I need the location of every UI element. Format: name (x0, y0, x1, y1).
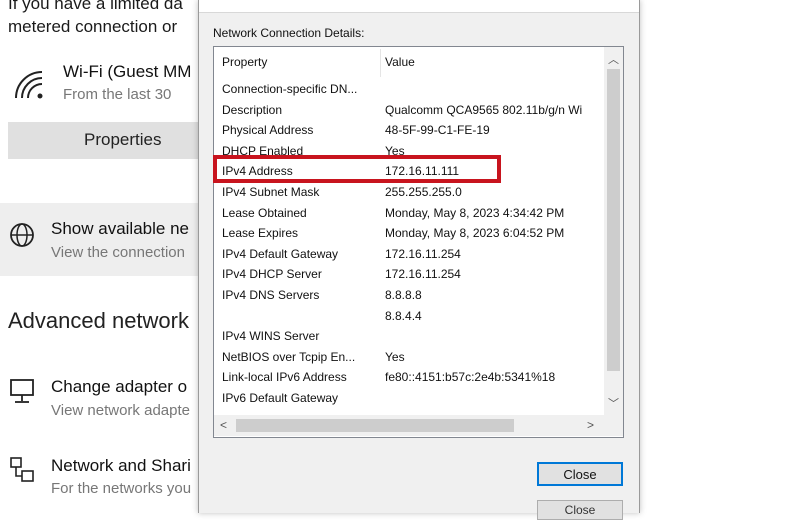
table-row[interactable]: IPv6 Default Gateway (214, 388, 604, 409)
row-property: IPv4 DHCP Server (222, 267, 322, 282)
scroll-left-arrow-icon[interactable]: < (220, 418, 227, 432)
table-row[interactable]: IPv4 Default Gateway 172.16.11.254 (214, 244, 604, 265)
table-row[interactable]: Physical Address 48-5F-99-C1-FE-19 (214, 120, 604, 141)
wifi-usage-subtitle: From the last 30 (63, 86, 172, 103)
row-value: Yes (385, 349, 405, 364)
wifi-network-name: Wi-Fi (Guest MM (63, 62, 192, 81)
table-row[interactable]: Description Qualcomm QCA9565 802.11b/g/n … (214, 100, 604, 121)
table-row[interactable]: IPv4 Subnet Mask 255.255.255.0 (214, 182, 604, 203)
scroll-down-arrow-icon[interactable]: ﹀ (608, 395, 619, 411)
row-value: 8.8.4.4 (385, 308, 422, 323)
row-value: Monday, May 8, 2023 4:34:42 PM (385, 205, 565, 220)
network-connection-details-dialog: Network Connection Details: Property Val… (198, 0, 640, 520)
advanced-network-heading: Advanced network (8, 308, 189, 333)
row-property: Lease Expires (222, 226, 299, 241)
row-property: Connection-specific DN... (222, 82, 358, 96)
change-adapter-subtitle: View network adapte (51, 402, 190, 419)
row-property: Link-local IPv6 Address (222, 370, 347, 385)
change-adapter-title[interactable]: Change adapter o (51, 377, 187, 397)
column-header-value[interactable]: Value (385, 55, 415, 69)
details-label: Network Connection Details: (213, 26, 365, 40)
row-property: IPv4 Subnet Mask (222, 185, 320, 199)
row-property: Lease Obtained (222, 205, 307, 220)
scroll-up-arrow-icon[interactable]: ︿ (608, 51, 619, 67)
network-sharing-subtitle: For the networks you (51, 480, 192, 497)
table-row[interactable]: NetBIOS over Tcpip En... Yes (214, 347, 604, 368)
monitor-icon (10, 379, 34, 403)
row-property: IPv4 DNS Servers (222, 288, 320, 302)
globe-icon (10, 223, 34, 247)
row-property: IPv6 Default Gateway (222, 391, 339, 405)
underlying-close-button[interactable]: Close (537, 500, 623, 520)
list-header: Property Value (214, 47, 604, 79)
properties-button[interactable]: Properties (8, 122, 218, 159)
show-available-subtitle: View the connection (51, 244, 185, 261)
table-row[interactable]: IPv4 DHCP Server 172.16.11.254 (214, 264, 604, 285)
table-row[interactable]: Link-local IPv6 Address fe80::4151:b57c:2… (214, 367, 604, 388)
column-separator[interactable] (380, 49, 381, 77)
row-property: IPv4 WINS Server (222, 329, 320, 344)
dialog-title-area (199, 0, 639, 13)
scrollbar-corner (604, 415, 623, 436)
row-value: fe80::4151:b57c:2e4b:5341%18 (385, 370, 556, 385)
vertical-scroll-thumb[interactable] (607, 69, 620, 371)
wifi-icon (15, 71, 43, 99)
horizontal-scrollbar[interactable]: < > (214, 415, 604, 436)
row-property: NetBIOS over Tcpip En... (222, 349, 356, 364)
horizontal-scroll-thumb[interactable] (236, 419, 514, 432)
network-sharing-icon (10, 457, 34, 482)
vertical-scrollbar[interactable]: ︿ ﹀ (604, 47, 623, 415)
intro-text-line1: If you have a limited da (8, 0, 183, 13)
table-row[interactable]: IPv4 DNS Servers 8.8.8.8 (214, 285, 604, 306)
details-list-view[interactable]: Property Value Connection-specific DN...… (213, 46, 624, 438)
properties-button-label: Properties (84, 130, 162, 149)
row-value: Monday, May 8, 2023 6:04:52 PM (385, 226, 565, 241)
row-value: 255.255.255.0 (385, 185, 462, 199)
table-row[interactable]: Connection-specific DN... (214, 79, 604, 100)
row-property: Description (222, 102, 283, 117)
row-value: 172.16.11.254 (385, 246, 461, 261)
network-sharing-title[interactable]: Network and Shari (51, 456, 191, 476)
row-value: 172.16.11.254 (385, 267, 461, 282)
list-body: Connection-specific DN... Description Qual… (214, 79, 604, 415)
row-value: Qualcomm QCA9565 802.11b/g/n Wi (385, 102, 583, 117)
table-row[interactable]: 8.8.4.4 (214, 306, 604, 327)
ipv4-address-highlight-box (213, 155, 501, 183)
table-row[interactable]: IPv4 WINS Server (214, 326, 604, 347)
row-value: 48-5F-99-C1-FE-19 (385, 123, 490, 138)
close-button[interactable]: Close (537, 462, 623, 486)
table-row[interactable]: Lease Obtained Monday, May 8, 2023 4:34:4… (214, 203, 604, 224)
scroll-right-arrow-icon[interactable]: > (587, 418, 594, 432)
intro-text-line2: metered connection or (8, 17, 178, 36)
table-row[interactable]: Lease Expires Monday, May 8, 2023 6:04:52… (214, 223, 604, 244)
column-header-property[interactable]: Property (222, 55, 267, 69)
row-property: IPv4 Default Gateway (222, 246, 339, 261)
row-property: Physical Address (222, 123, 314, 138)
show-available-title: Show available ne (51, 219, 189, 238)
row-value: 8.8.8.8 (385, 288, 422, 302)
